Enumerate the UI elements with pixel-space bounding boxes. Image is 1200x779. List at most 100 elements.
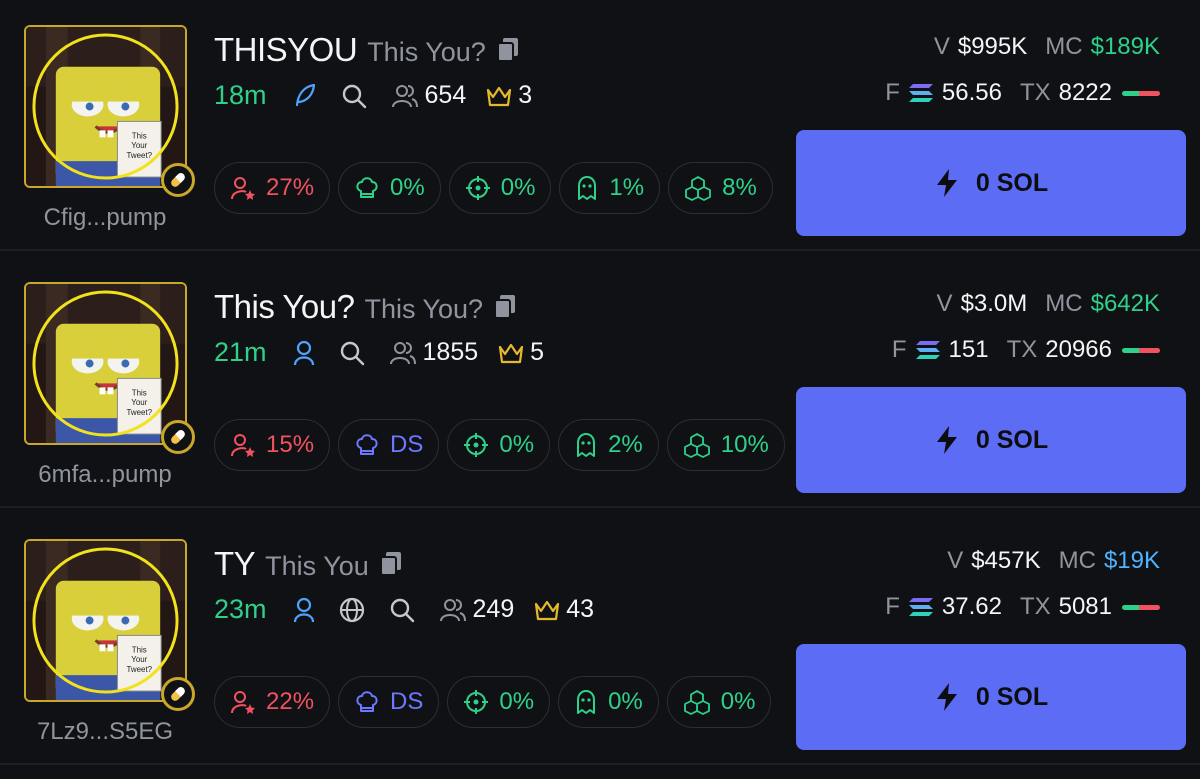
svg-text:Your: Your [131, 655, 147, 664]
market-cap-value: $642K [1090, 290, 1160, 317]
spongebob-avatar-image: This Your Tweet? [26, 541, 185, 700]
pro-traders-count: 3 [486, 81, 532, 110]
token-avatar[interactable]: This Your Tweet? [24, 282, 187, 445]
top10-holders-chip[interactable]: 22% [214, 676, 331, 728]
globe-icon[interactable] [339, 597, 365, 623]
fees-value: 56.56 [941, 79, 1002, 106]
ghost-icon [577, 690, 596, 714]
spongebob-avatar-image: This Your Tweet? [26, 284, 185, 443]
fees-tx-stats: F 151 TX 20966 [892, 336, 1160, 364]
fees-tx-stats: F 37.62 TX 5081 [885, 593, 1160, 621]
token-address[interactable]: 7Lz9...S5EG [0, 718, 210, 746]
pill-icon [161, 420, 195, 454]
pill-icon [161, 677, 195, 711]
crosshair-icon [464, 433, 489, 457]
crown-icon [499, 343, 524, 363]
token-name: This You? [364, 294, 484, 324]
crown-icon [535, 600, 560, 620]
search-icon[interactable] [339, 340, 365, 366]
svg-text:This: This [132, 645, 147, 654]
ghost-icon [578, 176, 597, 200]
token-address[interactable]: 6mfa...pump [0, 461, 210, 489]
buy-sell-ratio-bar [1122, 604, 1160, 610]
svg-text:Tweet?: Tweet? [126, 665, 152, 674]
copy-icon[interactable] [379, 551, 403, 577]
snipers-chip[interactable]: 0% [447, 419, 551, 471]
top10-holders-chip[interactable]: 27% [214, 162, 331, 214]
fees-value: 37.62 [941, 593, 1002, 620]
token-age: 18m [214, 80, 267, 110]
volume-mc-stats: V $457K MC $19K [947, 547, 1160, 574]
holders-count: 654 [391, 81, 466, 110]
user-star-icon [231, 177, 255, 200]
token-name: This You? [367, 37, 486, 67]
insiders-chip[interactable]: 0% [558, 676, 659, 728]
quick-buy-button[interactable]: 0 SOL [796, 644, 1186, 750]
token-row[interactable]: This Your Tweet? 7Lz9...S5EG TY This You… [0, 514, 1200, 771]
copy-icon[interactable] [496, 37, 520, 63]
pill-icon [161, 163, 195, 197]
user-star-icon [231, 691, 255, 714]
top10-holders-chip[interactable]: 15% [214, 419, 331, 471]
tx-count: 20966 [1045, 336, 1112, 363]
dev-holding-chip[interactable]: 0% [338, 162, 441, 214]
crown-icon [487, 86, 512, 106]
row-divider [0, 249, 1200, 251]
crosshair-icon [465, 176, 490, 200]
holders-count: 1855 [389, 338, 478, 367]
svg-text:This: This [132, 131, 147, 140]
lightning-icon [936, 683, 957, 711]
quick-buy-button[interactable]: 0 SOL [796, 130, 1186, 236]
fees-value: 151 [948, 336, 989, 363]
search-icon[interactable] [389, 597, 415, 623]
bundlers-chip[interactable]: 10% [666, 419, 785, 471]
lightning-icon [936, 426, 957, 454]
ghost-icon [577, 433, 596, 457]
volume-mc-stats: V $3.0M MC $642K [936, 290, 1160, 317]
snipers-chip[interactable]: 0% [447, 676, 551, 728]
boxes-icon [685, 176, 712, 201]
token-age: 23m [214, 594, 267, 624]
solana-icon [908, 83, 934, 103]
svg-text:Tweet?: Tweet? [126, 408, 152, 417]
chef-hat-icon [356, 177, 378, 198]
pro-traders-count: 5 [498, 338, 544, 367]
bundlers-chip[interactable]: 0% [666, 676, 772, 728]
crosshair-icon [464, 690, 489, 714]
volume-value: $995K [957, 33, 1028, 60]
insiders-chip[interactable]: 2% [558, 419, 659, 471]
dev-holding-chip[interactable]: DS [338, 676, 440, 728]
token-address[interactable]: Cfig...pump [0, 204, 210, 232]
svg-text:Your: Your [131, 398, 147, 407]
token-ticker: TY [214, 545, 256, 582]
search-icon[interactable] [341, 83, 367, 109]
volume-value: $457K [971, 547, 1041, 574]
bundlers-chip[interactable]: 8% [668, 162, 773, 214]
user-icon[interactable] [293, 340, 315, 366]
insiders-chip[interactable]: 1% [559, 162, 661, 214]
copy-icon[interactable] [493, 294, 517, 320]
token-age: 21m [214, 337, 267, 367]
user-icon[interactable] [293, 597, 315, 623]
token-row[interactable]: This Your Tweet? 6mfa...pump This You? T… [0, 257, 1200, 514]
quick-buy-button[interactable]: 0 SOL [796, 387, 1186, 493]
boxes-icon [683, 433, 710, 458]
token-avatar[interactable]: This Your Tweet? [24, 539, 187, 702]
fees-tx-stats: F 56.56 TX 8222 [885, 79, 1160, 107]
snipers-chip[interactable]: 0% [448, 162, 552, 214]
svg-text:This: This [132, 388, 147, 397]
row-divider [0, 506, 1200, 508]
dev-holding-chip[interactable]: DS [338, 419, 440, 471]
user-star-icon [231, 434, 255, 457]
token-avatar[interactable]: This Your Tweet? [24, 25, 187, 188]
svg-text:Tweet?: Tweet? [126, 151, 152, 160]
svg-text:Your: Your [131, 141, 147, 150]
solana-icon [915, 340, 941, 360]
spongebob-avatar-image: This Your Tweet? [26, 27, 185, 186]
feather-icon[interactable] [293, 83, 317, 109]
market-cap-value: $19K [1103, 547, 1160, 574]
token-row[interactable]: This Your Tweet? Cfig...pump THISYOU Thi… [0, 0, 1200, 257]
buy-sell-ratio-bar [1122, 347, 1160, 353]
holders-count: 249 [439, 595, 514, 624]
solana-icon [908, 597, 934, 617]
